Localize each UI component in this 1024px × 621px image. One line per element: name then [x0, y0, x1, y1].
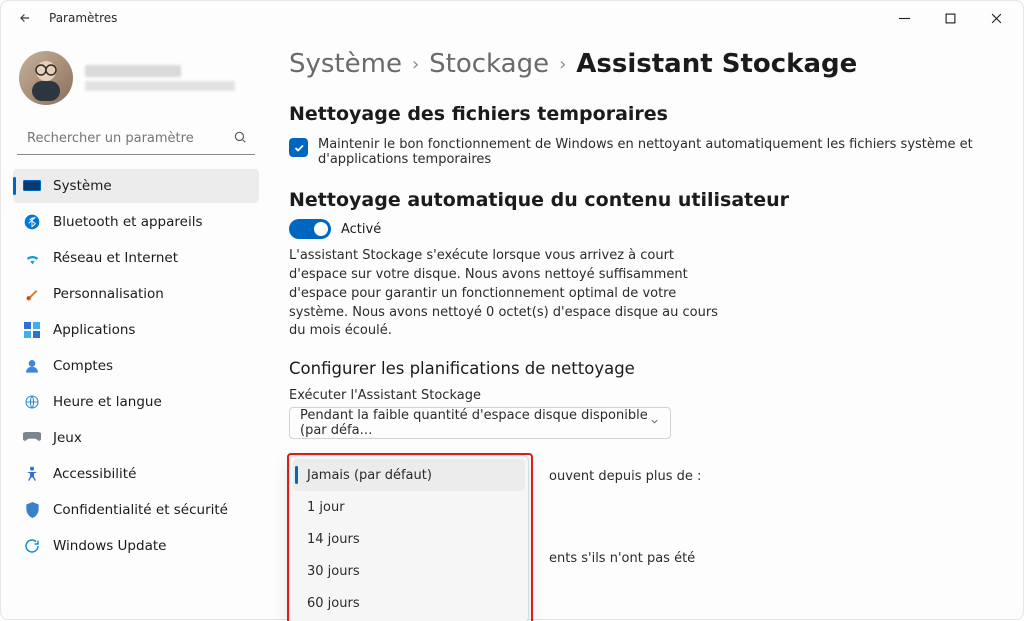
chevron-right-icon: › — [412, 54, 419, 75]
profile-name-redacted — [85, 65, 181, 77]
dropdown-open: Jamais (par défaut) 1 jour 14 jours 30 j… — [289, 455, 529, 621]
update-icon — [23, 537, 41, 555]
breadcrumb-current: Assistant Stockage — [576, 49, 857, 79]
content: Système › Stockage › Assistant Stockage … — [271, 35, 1023, 621]
dropdown-option[interactable]: 60 jours — [293, 587, 525, 619]
dropdown-option[interactable]: 14 jours — [293, 523, 525, 555]
apps-icon — [23, 321, 41, 339]
nav-bluetooth[interactable]: Bluetooth et appareils — [13, 205, 259, 239]
select-value: Pendant la faible quantité d'espace disq… — [300, 408, 649, 438]
gamepad-icon — [23, 429, 41, 447]
nav-gaming[interactable]: Jeux — [13, 421, 259, 455]
chevron-right-icon: › — [559, 54, 566, 75]
field-label: Exécuter l'Assistant Stockage — [289, 388, 999, 403]
obscured-text: ouvent depuis plus de : — [549, 469, 701, 484]
nav-label: Windows Update — [53, 538, 166, 554]
nav-label: Personnalisation — [53, 286, 164, 302]
section-temp-title: Nettoyage des fichiers temporaires — [289, 103, 999, 125]
breadcrumb-storage[interactable]: Stockage — [429, 49, 549, 79]
nav-network[interactable]: Réseau et Internet — [13, 241, 259, 275]
nav-label: Jeux — [53, 430, 82, 446]
search-input[interactable] — [17, 123, 255, 155]
obscured-text: ents s'ils n'ont pas été — [549, 551, 695, 566]
window-minimize[interactable] — [881, 1, 927, 35]
nav-label: Réseau et Internet — [53, 250, 178, 266]
checkbox-label: Maintenir le bon fonctionnement de Windo… — [318, 137, 999, 167]
person-icon — [23, 357, 41, 375]
nav-label: Confidentialité et sécurité — [53, 502, 228, 518]
nav-label: Bluetooth et appareils — [53, 214, 203, 230]
checkbox-row[interactable]: Maintenir le bon fonctionnement de Windo… — [289, 137, 999, 167]
toggle-on[interactable] — [289, 219, 331, 239]
breadcrumb-system[interactable]: Système — [289, 49, 402, 79]
nav-label: Système — [53, 178, 112, 194]
nav-personalization[interactable]: Personnalisation — [13, 277, 259, 311]
nav-windows-update[interactable]: Windows Update — [13, 529, 259, 563]
brush-icon — [23, 285, 41, 303]
window-title: Paramètres — [49, 11, 117, 25]
shield-icon — [23, 501, 41, 519]
nav-accessibility[interactable]: Accessibilité — [13, 457, 259, 491]
sidebar: Système Bluetooth et appareils Réseau et… — [1, 35, 271, 621]
nav-accounts[interactable]: Comptes — [13, 349, 259, 383]
window-maximize[interactable] — [927, 1, 973, 35]
chevron-down-icon — [649, 416, 660, 431]
nav-label: Comptes — [53, 358, 113, 374]
dropdown-option[interactable]: Jamais (par défaut) — [293, 459, 525, 491]
dropdown-option[interactable]: 30 jours — [293, 555, 525, 587]
title-bar: Paramètres — [1, 1, 1023, 35]
breadcrumb: Système › Stockage › Assistant Stockage — [289, 49, 999, 79]
profile[interactable] — [13, 51, 259, 123]
bluetooth-icon — [23, 213, 41, 231]
select-run-storage-sense[interactable]: Pendant la faible quantité d'espace disq… — [289, 407, 671, 439]
system-icon — [23, 177, 41, 195]
subsection-title: Configurer les planifications de nettoya… — [289, 359, 999, 378]
nav: Système Bluetooth et appareils Réseau et… — [13, 169, 259, 563]
nav-label: Applications — [53, 322, 135, 338]
nav-label: Accessibilité — [53, 466, 136, 482]
dropdown-option[interactable]: 1 jour — [293, 491, 525, 523]
globe-icon — [23, 393, 41, 411]
accessibility-icon — [23, 465, 41, 483]
section-auto-title: Nettoyage automatique du contenu utilisa… — [289, 189, 999, 211]
section-description: L'assistant Stockage s'exécute lorsque v… — [289, 247, 729, 341]
window-close[interactable] — [973, 1, 1019, 35]
search-field[interactable] — [25, 130, 233, 147]
wifi-icon — [23, 249, 41, 267]
nav-label: Heure et langue — [53, 394, 162, 410]
profile-email-redacted — [85, 81, 235, 91]
nav-apps[interactable]: Applications — [13, 313, 259, 347]
avatar — [19, 51, 73, 105]
nav-privacy[interactable]: Confidentialité et sécurité — [13, 493, 259, 527]
toggle-label: Activé — [341, 222, 381, 237]
checkbox-checked[interactable] — [289, 138, 308, 157]
back-button[interactable] — [11, 4, 39, 32]
nav-system[interactable]: Système — [13, 169, 259, 203]
toggle-row[interactable]: Activé — [289, 219, 999, 239]
search-icon — [233, 129, 247, 148]
nav-time-language[interactable]: Heure et langue — [13, 385, 259, 419]
